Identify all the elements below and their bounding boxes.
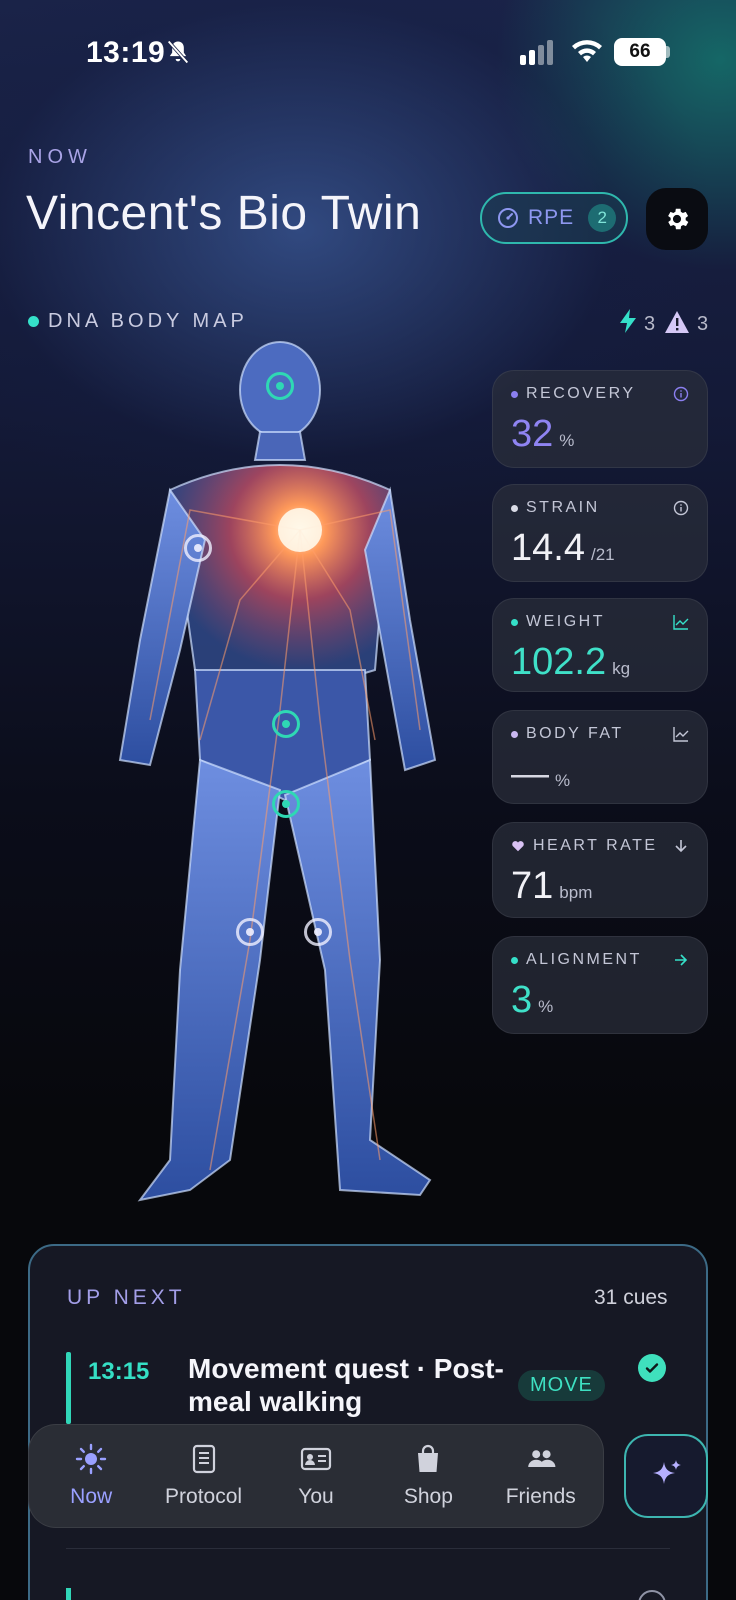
heart-rate-label: HEART RATE: [533, 837, 658, 854]
tab-friends[interactable]: Friends: [487, 1443, 595, 1509]
tab-label: Friends: [505, 1485, 576, 1508]
energy-count: 3: [644, 313, 656, 335]
body-marker-left-knee[interactable]: [236, 918, 264, 946]
task-complete-checkbox[interactable]: [638, 1354, 666, 1382]
weight-value: 102.2: [511, 641, 607, 683]
body-marker-right-knee[interactable]: [304, 918, 332, 946]
chart-icon[interactable]: [673, 614, 689, 630]
heart-rate-value: 71: [511, 865, 554, 907]
body-fat-card[interactable]: BODY FAT — %: [492, 710, 708, 804]
settings-button[interactable]: [646, 188, 708, 250]
id-card-icon: [300, 1447, 332, 1471]
chart-icon[interactable]: [673, 726, 689, 742]
body-marker-core[interactable]: [272, 710, 300, 738]
heart-rate-unit: bpm: [559, 883, 593, 902]
alignment-value: 3: [511, 979, 533, 1021]
sun-icon: [75, 1443, 107, 1475]
battery-indicator: 66: [614, 38, 666, 66]
tab-label: You: [298, 1485, 334, 1508]
weight-label: WEIGHT: [526, 613, 605, 630]
body-marker-head[interactable]: [266, 372, 294, 400]
bag-icon: [418, 1444, 439, 1472]
battery-tip: [666, 46, 670, 58]
tab-label: Shop: [403, 1485, 453, 1508]
info-icon[interactable]: [673, 500, 689, 516]
alignment-unit: %: [538, 997, 554, 1016]
recovery-unit: %: [559, 431, 575, 450]
check-icon: [645, 1363, 659, 1373]
alert-count: 3: [697, 313, 709, 335]
tab-protocol[interactable]: Protocol: [150, 1443, 258, 1509]
recovery-dot: [511, 390, 518, 398]
people-icon: [527, 1450, 556, 1467]
arrow-down-icon[interactable]: [673, 838, 689, 854]
strain-unit: /21: [590, 545, 615, 564]
body-fat-unit: %: [555, 771, 571, 790]
weight-dot: [511, 618, 518, 626]
status-time: 13:19: [86, 36, 166, 69]
tab-bar: Now Protocol You Shop Friends: [28, 1424, 604, 1528]
body-fat-label: BODY FAT: [526, 725, 624, 742]
tab-you[interactable]: You: [262, 1443, 370, 1509]
strain-dot: [511, 504, 518, 512]
arrow-right-icon[interactable]: [673, 952, 689, 968]
rpe-count-badge: 2: [588, 204, 617, 232]
alignment-card[interactable]: ALIGNMENT 3 %: [492, 936, 708, 1034]
section-eyebrow: NOW: [28, 146, 92, 168]
alignment-label: ALIGNMENT: [526, 951, 642, 968]
tab-label: Protocol: [165, 1485, 243, 1508]
rpe-button[interactable]: RPE 2: [480, 192, 628, 244]
bell-muted-icon: [167, 40, 189, 64]
body-marker-shoulder[interactable]: [184, 534, 212, 562]
strain-card[interactable]: STRAIN 14.4 /21: [492, 484, 708, 582]
recovery-value: 32: [511, 413, 554, 455]
heart-icon: [512, 841, 524, 852]
tab-now[interactable]: Now: [37, 1443, 145, 1509]
task-divider: [66, 1548, 670, 1549]
strain-value: 14.4: [511, 527, 585, 569]
page-title: Vincent's Bio Twin: [26, 187, 422, 240]
gear-icon: [668, 208, 689, 230]
up-next-label: UP NEXT: [67, 1286, 186, 1309]
gauge-icon: [498, 208, 518, 228]
status-dot: [28, 316, 39, 327]
sparkle-icon: [653, 1460, 681, 1484]
task-accent-bar: [66, 1352, 71, 1424]
task-title[interactable]: Movement quest · Post-meal walking: [188, 1352, 518, 1418]
body-fat-dot: [511, 730, 518, 738]
info-icon[interactable]: [673, 386, 689, 402]
wifi-icon: [572, 40, 602, 62]
recovery-card[interactable]: RECOVERY 32 %: [492, 370, 708, 468]
body-marker-hip[interactable]: [272, 790, 300, 818]
tab-label: Now: [70, 1485, 113, 1508]
weight-unit: kg: [612, 659, 631, 678]
rpe-label: RPE: [528, 206, 575, 229]
warning-icon: [665, 311, 689, 333]
task-tag: MOVE: [518, 1370, 605, 1401]
alignment-dot: [511, 956, 518, 964]
heart-rate-card[interactable]: HEART RATE 71 bpm: [492, 822, 708, 918]
strain-label: STRAIN: [526, 499, 600, 516]
task-accent-bar: [66, 1588, 71, 1600]
weight-card[interactable]: WEIGHT 102.2 kg: [492, 598, 708, 692]
body-map-label: DNA BODY MAP: [48, 310, 248, 332]
cellular-signal-icon: [520, 40, 556, 65]
document-icon: [192, 1444, 215, 1474]
cues-count: 31 cues: [594, 1286, 668, 1309]
ai-assistant-button[interactable]: [624, 1434, 708, 1518]
recovery-label: RECOVERY: [526, 385, 636, 402]
bolt-icon: [620, 309, 636, 333]
task-time: 13:15: [88, 1358, 150, 1385]
body-fat-value: —: [511, 753, 549, 795]
tab-shop[interactable]: Shop: [374, 1443, 482, 1509]
